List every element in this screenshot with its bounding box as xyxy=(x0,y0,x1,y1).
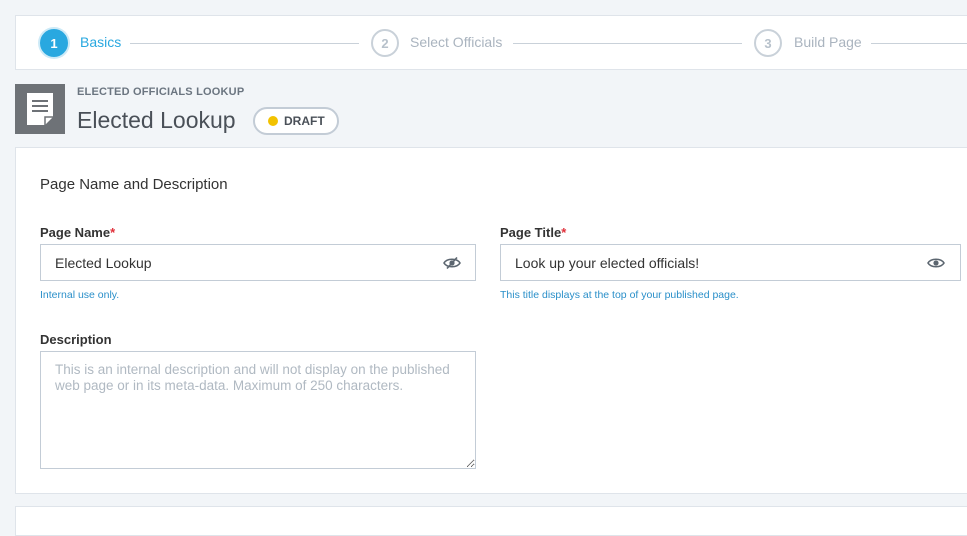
status-badge-label: DRAFT xyxy=(284,114,325,128)
required-marker: * xyxy=(110,225,116,240)
status-dot-icon xyxy=(268,116,278,126)
step-2-label[interactable]: Select Officials xyxy=(410,34,502,50)
document-icon xyxy=(15,84,65,134)
step-connector xyxy=(513,43,742,44)
page-category: ELECTED OFFICIALS LOOKUP xyxy=(77,86,245,98)
page-name-input[interactable] xyxy=(40,244,476,281)
page-title: Elected Lookup xyxy=(77,107,236,133)
description-textarea[interactable] xyxy=(40,351,476,469)
step-3-number[interactable]: 3 xyxy=(754,29,782,57)
step-1-number[interactable]: 1 xyxy=(40,29,68,57)
page-name-label-text: Page Name xyxy=(40,225,111,240)
page-title-label: Page Title* xyxy=(500,225,566,240)
step-connector xyxy=(871,43,967,44)
page-name-label: Page Name* xyxy=(40,225,115,240)
eye-slash-icon[interactable] xyxy=(443,257,461,269)
page-name-help: Internal use only. xyxy=(40,289,120,301)
step-1-label[interactable]: Basics xyxy=(80,34,121,50)
next-section-card xyxy=(15,506,967,536)
description-label: Description xyxy=(40,332,112,347)
step-2-number[interactable]: 2 xyxy=(371,29,399,57)
step-3-label[interactable]: Build Page xyxy=(794,34,862,50)
status-badge: DRAFT xyxy=(253,107,339,135)
page-title-help: This title displays at the top of your p… xyxy=(500,289,739,301)
eye-icon[interactable] xyxy=(927,257,945,269)
required-marker: * xyxy=(561,225,567,240)
step-connector xyxy=(130,43,359,44)
page-title-input[interactable] xyxy=(500,244,961,281)
section-title: Page Name and Description xyxy=(40,176,228,193)
page-title-label-text: Page Title xyxy=(500,225,562,240)
